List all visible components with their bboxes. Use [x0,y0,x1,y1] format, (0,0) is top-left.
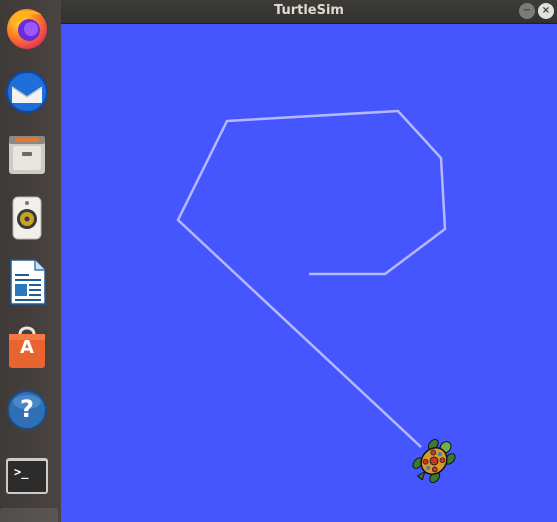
dock-item-software[interactable]: A [3,320,51,372]
close-button[interactable]: × [538,3,554,19]
thunderbird-icon [6,71,48,113]
files-icon [9,136,45,174]
firefox-icon [7,9,47,49]
dock-item-thunderbird[interactable] [3,66,51,118]
dock-item-firefox[interactable] [3,2,51,54]
writer-icon [10,259,46,305]
canvas-drawing [176,109,456,484]
window-title: TurtleSim [274,3,344,18]
software-glyph: A [20,337,34,358]
rhythmbox-icon [12,196,42,240]
dock-running-indicator [0,508,58,522]
dock-item-help[interactable]: ? [3,384,51,436]
dock: A ? >_ [0,0,62,522]
dock-item-rhythmbox[interactable] [3,192,51,244]
terminal-prompt: >_ [14,465,29,479]
dock-item-files[interactable] [3,128,51,180]
dock-item-terminal[interactable]: >_ [3,450,51,502]
close-icon: × [541,5,551,16]
help-glyph: ? [20,395,34,423]
turtlesim-canvas [61,24,557,522]
window-titlebar[interactable]: TurtleSim − × [61,0,557,24]
minimize-button[interactable]: − [519,3,535,19]
turtle-pen-trail [176,109,447,448]
dock-item-writer[interactable] [3,256,51,308]
minimize-icon: − [522,5,532,16]
